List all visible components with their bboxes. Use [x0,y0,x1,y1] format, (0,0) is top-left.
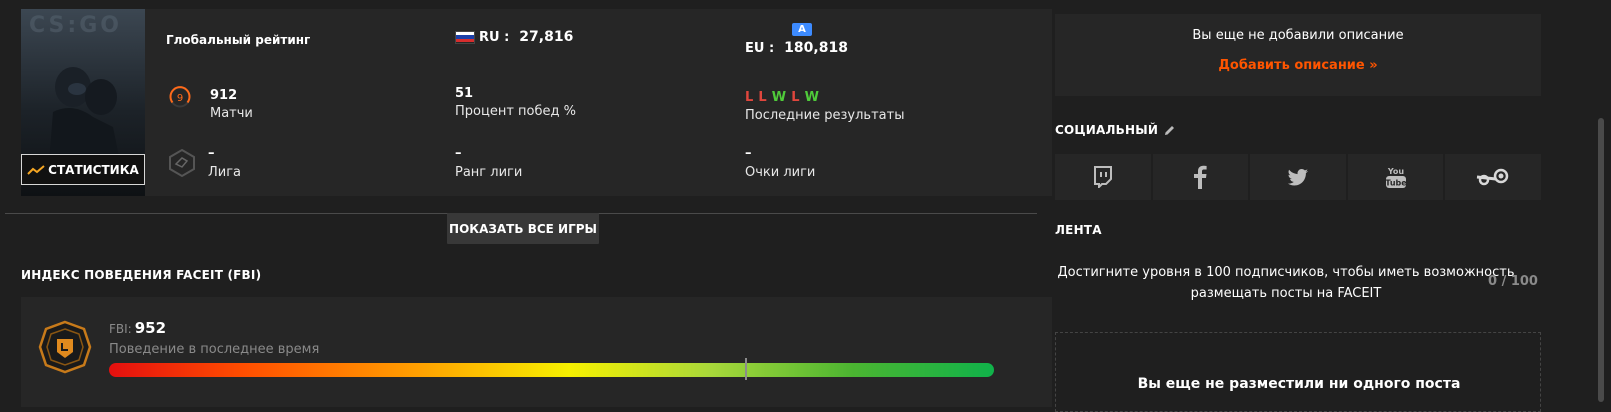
fbi-card: FBI: 952 Поведение в последнее время [21,297,1052,407]
global-rating-label-block: Глобальный рейтинг [166,33,310,47]
result-item: L [758,90,767,105]
no-posts-text: Вы еще не разместили ни одного поста [1137,376,1461,392]
game-stats-card: CS:GO СТАТИСТИКА Глобальный рейтинг RU :… [21,9,1052,196]
league-rank-label: Ранг лиги [455,165,523,180]
facebook-icon [1194,165,1207,189]
matches-stat: 912 Матчи [210,88,253,121]
region-eu-value: 180,818 [784,40,848,56]
twitter-icon [1287,169,1308,186]
league-points-label: Очки лиги [745,165,816,180]
result-item: L [791,90,800,105]
matches-label: Матчи [210,106,253,121]
eu-region-badge-icon: A [792,23,812,36]
region-eu-prefix: EU : [745,40,775,56]
description-empty-text: Вы еще не добавили описание [1192,28,1404,43]
svg-text:Tube: Tube [1385,179,1407,188]
recent-results-label: Последние результаты [745,108,905,123]
feed-title: ЛЕНТА [1055,223,1102,237]
show-all-games-button[interactable]: ПОКАЗАТЬ ВСЕ ИГРЫ [447,213,599,244]
svg-text:You: You [1386,167,1404,176]
region-ru-value: 27,816 [519,29,574,45]
game-cover-logo: CS:GO [29,13,122,38]
skill-level-icon: 9 [169,86,191,108]
twitch-icon [1093,166,1112,188]
youtube-icon: You Tube [1385,167,1407,188]
win-rate-stat: 51 Процент побед % [455,86,576,119]
posts-empty-box: Вы еще не разместили ни одного поста [1055,332,1541,412]
fbi-subtitle: Поведение в последнее время [109,342,320,357]
social-link-steam[interactable] [1445,154,1541,200]
fbi-section-title: ИНДЕКС ПОВЕДЕНИЯ FACEIT (FBI) [21,268,262,282]
skill-level-value: 9 [177,93,183,104]
league-label: Лига [208,165,242,180]
statistics-button-label: СТАТИСТИКА [48,162,139,177]
social-link-facebook[interactable] [1152,154,1249,200]
region-eu-rank: EU : 180,818 [745,40,848,56]
region-ru-rank: RU : 27,816 [455,29,573,45]
fbi-score: FBI: 952 [109,319,166,337]
league-stat: – Лига [208,146,241,180]
matches-value: 912 [210,88,238,103]
league-points-stat: – Очки лиги [745,146,815,180]
win-rate-value: 51 [455,86,474,101]
game-cover-image[interactable]: CS:GO СТАТИСТИКА [21,9,145,196]
result-item: W [804,90,819,105]
fbi-badge-icon [38,320,92,374]
statistics-button[interactable]: СТАТИСТИКА [21,154,145,185]
recent-results-list: L L W L W [745,86,904,105]
social-header: СОЦИАЛЬНЫЙ [1055,123,1176,137]
feed-requirement-text: Достигните уровня в 100 подписчиков, что… [1057,265,1515,301]
add-description-link[interactable]: Добавить описание » [1055,58,1541,73]
result-item: L [745,90,754,105]
description-box: Вы еще не добавили описание Добавить опи… [1055,14,1541,96]
league-value: – [208,146,215,161]
result-item: W [771,90,787,105]
social-link-twitter[interactable] [1250,154,1346,200]
win-rate-label: Процент побед % [455,104,576,119]
league-hexagon-icon [169,148,195,178]
chart-line-icon [27,164,45,175]
league-rank-stat: – Ранг лиги [455,146,522,180]
fbi-gradient-bar [109,363,994,377]
social-link-twitch[interactable] [1055,154,1151,200]
pencil-edit-icon[interactable] [1163,124,1176,137]
page-scrollbar[interactable] [1598,118,1604,402]
league-points-value: – [745,146,752,161]
fbi-value: 952 [134,319,167,337]
league-rank-value: – [455,146,462,161]
region-ru-prefix: RU : [479,29,510,45]
steam-icon [1477,168,1509,186]
social-title: СОЦИАЛЬНЫЙ [1055,123,1159,137]
fbi-marker [745,358,748,380]
russia-flag-icon [455,30,475,44]
fbi-prefix: FBI: [109,322,132,336]
recent-results-stat: L L W L W Последние результаты [745,86,904,123]
social-link-youtube[interactable]: You Tube [1347,154,1444,200]
global-rating-label: Глобальный рейтинг [166,33,311,47]
social-links-row: You Tube [1055,154,1541,200]
feed-follower-count: 0 / 100 [1488,274,1538,289]
